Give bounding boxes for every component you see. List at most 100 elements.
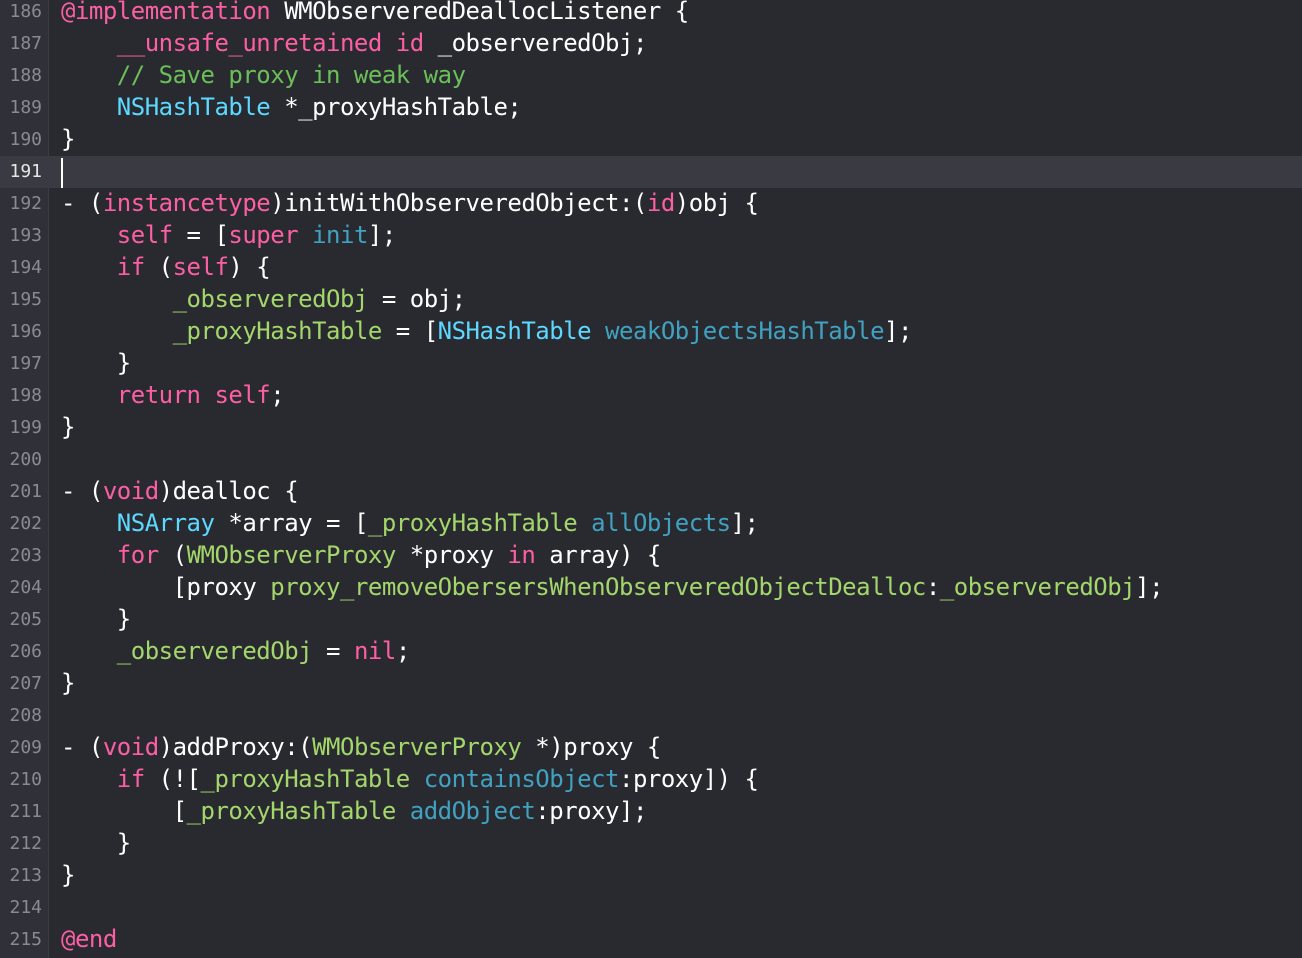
code-token: )dealloc { xyxy=(158,477,299,505)
code-token: init xyxy=(312,221,368,249)
code-line[interactable]: 194 if (self) { xyxy=(0,252,1302,284)
line-number: 192 xyxy=(9,193,42,214)
code-line[interactable]: 196 _proxyHashTable = [NSHashTable weakO… xyxy=(0,316,1302,348)
line-number: 190 xyxy=(9,129,42,150)
code-text: [_proxyHashTable addObject:proxy]; xyxy=(61,796,648,826)
line-number: 191 xyxy=(9,161,42,182)
line-number: 207 xyxy=(9,673,42,694)
code-token: array) { xyxy=(535,541,661,569)
code-token: _observeredObj; xyxy=(423,29,648,57)
code-line[interactable]: 203 for (WMObserverProxy *proxy in array… xyxy=(0,540,1302,572)
code-token: [ xyxy=(61,797,187,825)
line-number: 206 xyxy=(9,641,42,662)
code-text: return self; xyxy=(61,380,285,410)
code-token: ]; xyxy=(367,221,396,249)
code-line[interactable]: 215 @end xyxy=(0,924,1302,956)
code-text: } xyxy=(61,828,131,858)
code-token: ]; xyxy=(1135,573,1164,601)
code-line[interactable]: 193 self = [super init]; xyxy=(0,220,1302,252)
line-number: 198 xyxy=(9,385,42,406)
code-token: *proxy xyxy=(395,541,508,569)
code-line[interactable]: 201 - (void)dealloc { xyxy=(0,476,1302,508)
code-token: } xyxy=(61,349,131,377)
line-number: 210 xyxy=(9,769,42,790)
code-token: containsObject xyxy=(423,765,620,793)
code-token: _proxyHashTable xyxy=(186,797,397,825)
code-text: } xyxy=(61,668,75,698)
code-token: *_proxyHashTable; xyxy=(270,93,522,121)
code-editor[interactable]: 186 @implementation WMObserveredDeallocLi… xyxy=(0,0,1302,958)
line-number: 188 xyxy=(9,65,42,86)
code-token: // Save proxy in weak way xyxy=(116,61,466,89)
code-line[interactable]: 211 [_proxyHashTable addObject:proxy]; xyxy=(0,796,1302,828)
code-line[interactable]: 214 xyxy=(0,892,1302,924)
code-line[interactable]: 206 _observeredObj = nil; xyxy=(0,636,1302,668)
code-line[interactable]: 188 // Save proxy in weak way xyxy=(0,60,1302,92)
code-line[interactable]: 192 - (instancetype)initWithObserveredObj… xyxy=(0,188,1302,220)
code-token: _observeredObj xyxy=(172,285,369,313)
code-line[interactable]: 187 __unsafe_unretained id _observeredOb… xyxy=(0,28,1302,60)
code-line[interactable]: 190} xyxy=(0,124,1302,156)
code-line[interactable]: 202 NSArray *array = [_proxyHashTable al… xyxy=(0,508,1302,540)
code-token: :proxy]) { xyxy=(619,765,759,793)
code-token: : xyxy=(925,573,940,601)
line-number: 189 xyxy=(9,97,42,118)
code-line[interactable]: 195 _observeredObj = obj; xyxy=(0,284,1302,316)
code-token: } xyxy=(61,669,75,697)
code-line[interactable]: 212 } xyxy=(0,828,1302,860)
code-token: id xyxy=(646,189,675,217)
code-token: ( xyxy=(158,541,187,569)
code-line[interactable]: 197 } xyxy=(0,348,1302,380)
line-number: 186 xyxy=(9,1,42,22)
code-text: @end xyxy=(61,924,117,954)
line-number: 204 xyxy=(9,577,42,598)
code-text: - (instancetype)initWithObserveredObject… xyxy=(61,188,759,218)
code-line[interactable]: 200 xyxy=(0,444,1302,476)
code-token: ( xyxy=(144,253,173,281)
text-cursor xyxy=(61,158,63,188)
code-text: _observeredObj = obj; xyxy=(61,284,466,314)
code-line[interactable]: 210 if (![_proxyHashTable containsObject… xyxy=(0,764,1302,796)
code-line[interactable]: 189 NSHashTable *_proxyHashTable; xyxy=(0,92,1302,124)
code-line[interactable]: 186 @implementation WMObserveredDeallocLi… xyxy=(0,0,1302,28)
line-number: 201 xyxy=(9,481,42,502)
code-line[interactable]: 207} xyxy=(0,668,1302,700)
code-token: id xyxy=(395,29,424,57)
code-token: NSHashTable xyxy=(437,317,592,345)
code-token: = [ xyxy=(172,221,229,249)
code-token: return xyxy=(116,381,201,409)
code-token: self xyxy=(214,381,271,409)
code-token: WMObserverProxy xyxy=(186,541,397,569)
code-token: _proxyHashTable xyxy=(367,509,578,537)
code-text: __unsafe_unretained id _observeredObj; xyxy=(61,28,648,58)
code-line[interactable]: 208 xyxy=(0,700,1302,732)
code-line[interactable]: 205 } xyxy=(0,604,1302,636)
code-token: (![ xyxy=(144,765,201,793)
code-token: if xyxy=(116,253,145,281)
code-token: self xyxy=(172,253,229,281)
code-line[interactable]: 199} xyxy=(0,412,1302,444)
line-number: 194 xyxy=(9,257,42,278)
code-line[interactable]: 204 [proxy proxy_removeObersersWhenObser… xyxy=(0,572,1302,604)
code-token: )initWithObserveredObject:( xyxy=(270,189,647,217)
code-line[interactable]: 209 - (void)addProxy:(WMObserverProxy *)p… xyxy=(0,732,1302,764)
code-line[interactable]: 198 return self; xyxy=(0,380,1302,412)
line-number: 211 xyxy=(9,801,42,822)
code-text: if (![_proxyHashTable containsObject:pro… xyxy=(61,764,759,794)
code-token: [proxy xyxy=(61,573,271,601)
code-token: nil xyxy=(353,637,396,665)
code-line[interactable]: 191 xyxy=(0,156,1302,188)
code-line[interactable]: 213} xyxy=(0,860,1302,892)
